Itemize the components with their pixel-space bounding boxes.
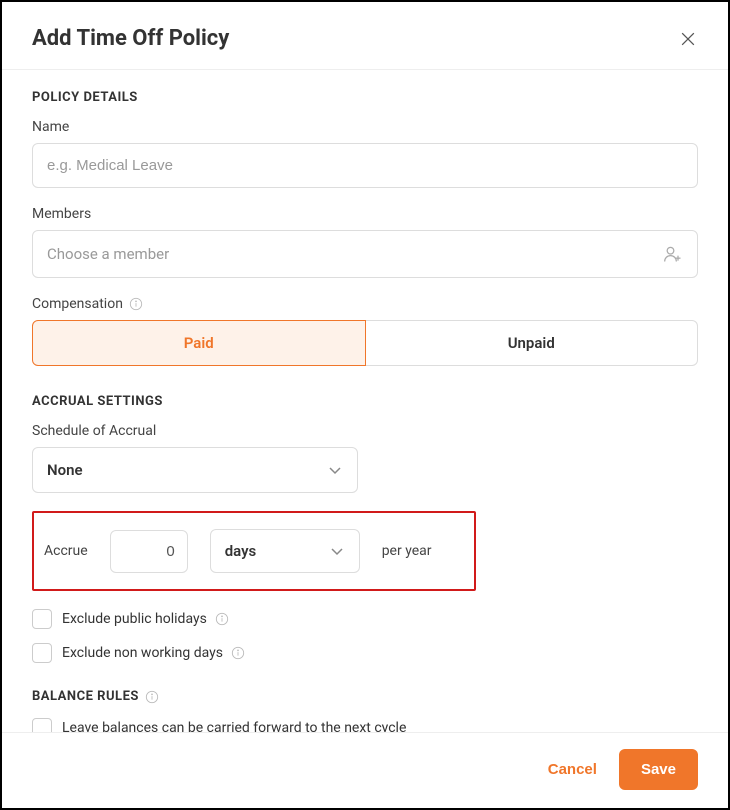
- compensation-label: Compensation: [32, 296, 698, 312]
- schedule-label: Schedule of Accrual: [32, 423, 698, 439]
- accrue-value-input[interactable]: [110, 530, 188, 573]
- compensation-label-text: Compensation: [32, 296, 123, 312]
- accrue-unit-value: days: [225, 542, 257, 560]
- exclude-nonworking-days-checkbox[interactable]: [32, 643, 52, 663]
- accrue-row: Accrue days per year: [32, 511, 476, 591]
- compensation-toggle: Paid Unpaid: [32, 320, 698, 366]
- exclude-public-holidays-label: Exclude public holidays: [62, 611, 229, 627]
- carry-forward-checkbox[interactable]: [32, 718, 52, 732]
- info-icon[interactable]: [215, 612, 229, 626]
- accrue-unit-select[interactable]: days: [210, 529, 360, 573]
- name-field: Name: [32, 119, 698, 188]
- compensation-field: Compensation Paid Unpaid: [32, 296, 698, 366]
- chevron-down-icon: [327, 462, 343, 478]
- add-time-off-policy-modal: Add Time Off Policy POLICY DETAILS Name …: [0, 0, 730, 810]
- members-placeholder: Choose a member: [47, 245, 169, 263]
- info-icon[interactable]: [231, 646, 245, 660]
- schedule-field: Schedule of Accrual None: [32, 423, 698, 493]
- name-label: Name: [32, 119, 698, 135]
- schedule-select[interactable]: None: [32, 447, 358, 493]
- compensation-unpaid-button[interactable]: Unpaid: [366, 320, 699, 366]
- exclude-public-holidays-row: Exclude public holidays: [32, 609, 698, 629]
- person-add-icon: [663, 244, 683, 264]
- policy-details-heading: POLICY DETAILS: [32, 90, 698, 105]
- compensation-paid-button[interactable]: Paid: [32, 320, 366, 366]
- modal-title: Add Time Off Policy: [32, 26, 229, 51]
- info-icon[interactable]: [129, 297, 143, 311]
- modal-body: POLICY DETAILS Name Members Choose a mem…: [2, 70, 728, 732]
- modal-footer: Cancel Save: [2, 732, 728, 808]
- balance-rules-heading: BALANCE RULES: [32, 689, 698, 704]
- chevron-down-icon: [329, 543, 345, 559]
- exclude-public-holidays-checkbox[interactable]: [32, 609, 52, 629]
- members-label: Members: [32, 206, 698, 222]
- per-year-label: per year: [382, 543, 432, 559]
- modal-header: Add Time Off Policy: [2, 2, 728, 70]
- members-field: Members Choose a member: [32, 206, 698, 278]
- cancel-button[interactable]: Cancel: [548, 761, 597, 778]
- schedule-value: None: [47, 461, 83, 479]
- members-input[interactable]: Choose a member: [32, 230, 698, 278]
- exclude-nonworking-days-label: Exclude non working days: [62, 645, 245, 661]
- close-icon[interactable]: [678, 29, 698, 49]
- accrue-label: Accrue: [44, 543, 88, 559]
- save-button[interactable]: Save: [619, 749, 698, 790]
- carry-forward-label: Leave balances can be carried forward to…: [62, 720, 406, 732]
- accrual-settings-heading: ACCRUAL SETTINGS: [32, 394, 698, 409]
- info-icon[interactable]: [145, 690, 159, 704]
- name-input[interactable]: [32, 143, 698, 188]
- exclude-nonworking-days-row: Exclude non working days: [32, 643, 698, 663]
- carry-forward-row: Leave balances can be carried forward to…: [32, 718, 698, 732]
